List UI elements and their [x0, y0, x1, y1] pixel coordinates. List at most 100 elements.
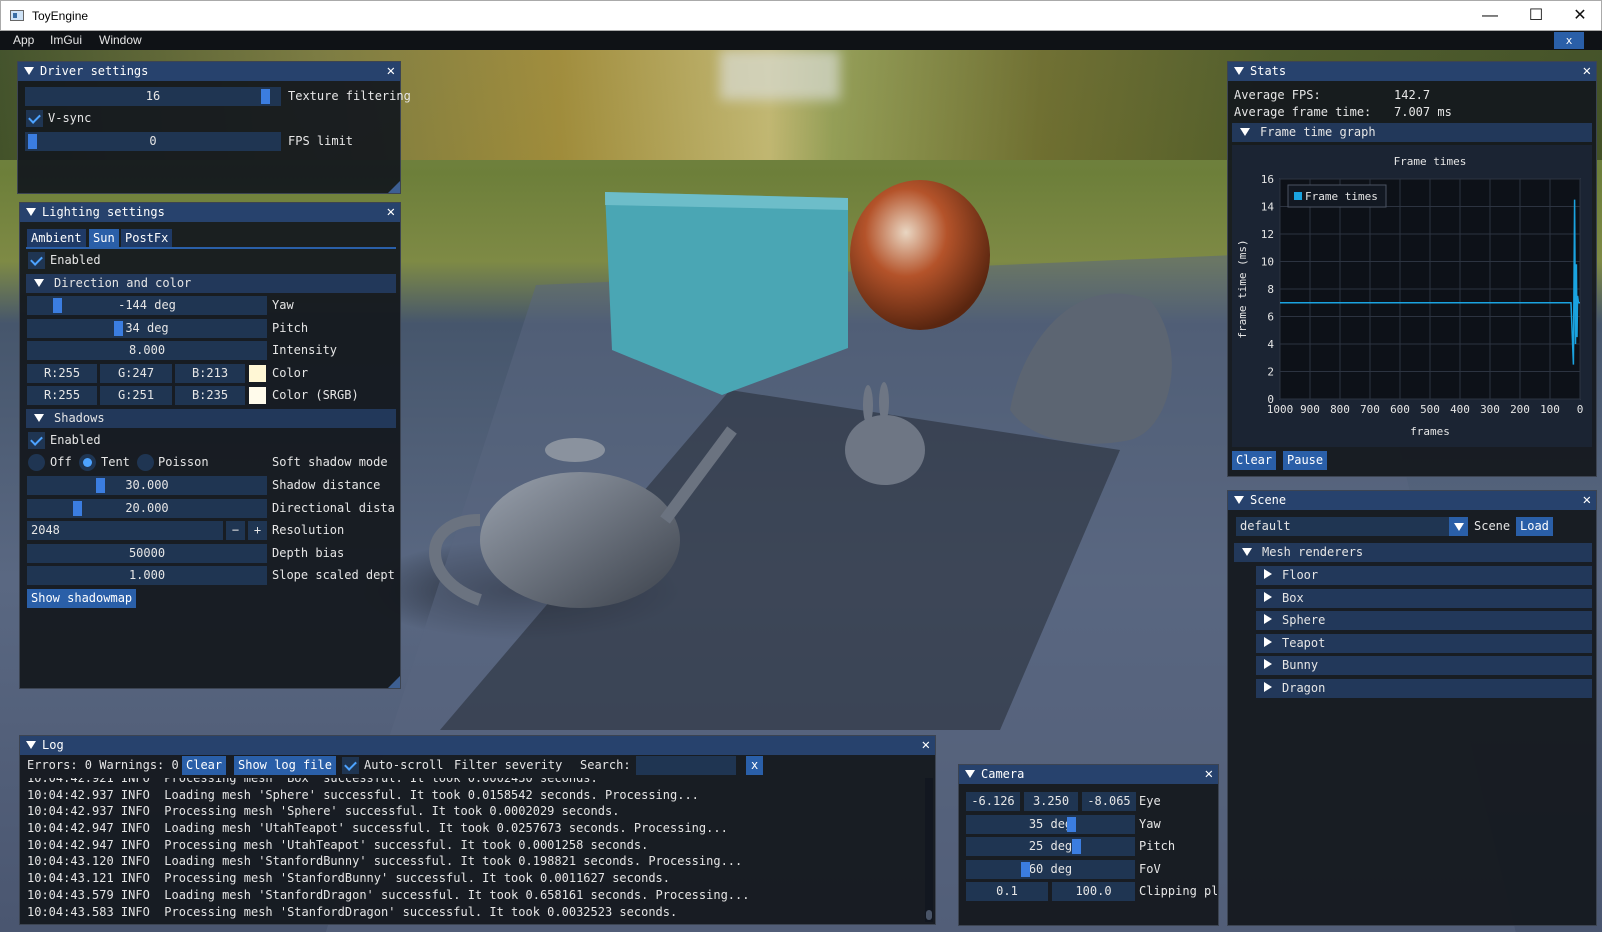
log-scrollbar[interactable] [925, 778, 933, 922]
color-g-input[interactable]: G:247 [100, 364, 172, 383]
clip-near-input[interactable]: 0.1 [966, 882, 1048, 901]
stats-clear-button[interactable]: Clear [1232, 451, 1277, 470]
slider-grab[interactable] [73, 501, 82, 516]
texture-filtering-slider[interactable]: 16 [25, 87, 281, 106]
slope-bias-input[interactable]: 1.000 [27, 566, 267, 585]
close-icon[interactable]: ✕ [922, 736, 930, 755]
eye-z-input[interactable]: -8.065 [1082, 792, 1136, 811]
close-icon[interactable]: ✕ [387, 203, 395, 222]
resize-grip[interactable] [388, 181, 400, 193]
soft-mode-poisson-radio[interactable] [137, 454, 154, 471]
close-window-button[interactable]: ✕ [1557, 1, 1602, 31]
depth-bias-input[interactable]: 50000 [27, 544, 267, 563]
eye-x-input[interactable]: -6.126 [966, 792, 1020, 811]
tab-ambient[interactable]: Ambient [27, 229, 86, 247]
slider-grab[interactable] [1072, 839, 1081, 854]
tab-sun[interactable]: Sun [89, 229, 119, 247]
show-shadowmap-button[interactable]: Show shadowmap [27, 589, 137, 608]
sun-enabled-label: Enabled [50, 253, 101, 267]
log-line: 10:04:43.121 INFO Processing mesh 'Stanf… [27, 871, 670, 886]
mesh-item-sphere[interactable]: Sphere [1256, 611, 1592, 630]
shadow-distance-slider[interactable]: 30.000 [27, 476, 267, 495]
color-srgb-r-input[interactable]: R:255 [27, 386, 97, 405]
camera-yaw-slider[interactable]: 35 deg [966, 815, 1135, 834]
driver-settings-header[interactable]: Driver settings ✕ [18, 62, 400, 81]
menubar-close-button[interactable]: x [1554, 32, 1584, 49]
tab-postfx[interactable]: PostFx [121, 229, 173, 247]
collapse-icon[interactable] [1234, 67, 1244, 75]
color-srgb-g-input[interactable]: G:251 [100, 386, 172, 405]
slider-grab[interactable] [1067, 817, 1076, 832]
mesh-item-box[interactable]: Box [1256, 589, 1592, 608]
fps-limit-slider[interactable]: 0 [25, 132, 281, 151]
mesh-renderers-section[interactable]: Mesh renderers [1234, 543, 1592, 562]
stats-pause-button[interactable]: Pause [1283, 451, 1328, 470]
close-icon[interactable]: ✕ [1583, 62, 1591, 81]
resolution-plus-button[interactable]: + [248, 521, 267, 540]
show-log-file-button[interactable]: Show log file [234, 756, 336, 775]
direction-color-section[interactable]: Direction and color [26, 274, 396, 293]
soft-mode-tent-radio[interactable] [79, 454, 96, 471]
close-icon[interactable]: ✕ [1205, 765, 1213, 784]
slider-grab[interactable] [53, 298, 62, 313]
color-srgb-swatch[interactable] [249, 387, 266, 404]
scene-header[interactable]: Scene ✕ [1228, 491, 1596, 510]
menu-window[interactable]: Window [99, 33, 142, 47]
vsync-checkbox[interactable] [26, 110, 43, 127]
filter-severity-menu[interactable]: Filter severity [454, 756, 562, 775]
color-b-input[interactable]: B:213 [175, 364, 245, 383]
minimize-button[interactable]: — [1467, 1, 1513, 31]
mesh-item-teapot[interactable]: Teapot [1256, 634, 1592, 653]
log-clear-button[interactable]: Clear [182, 756, 227, 775]
log-search-input[interactable] [636, 756, 736, 775]
shadows-enabled-checkbox[interactable] [28, 432, 45, 449]
soft-mode-off-radio[interactable] [28, 454, 45, 471]
color-r-input[interactable]: R:255 [27, 364, 97, 383]
autoscroll-checkbox[interactable] [342, 757, 359, 774]
sun-intensity-input[interactable]: 8.000 [27, 341, 267, 360]
sun-yaw-slider[interactable]: -144 deg [27, 296, 267, 315]
scene-select[interactable]: default [1236, 517, 1468, 536]
resize-grip[interactable] [388, 676, 400, 688]
collapse-icon[interactable] [24, 67, 34, 75]
collapse-icon[interactable] [26, 741, 36, 749]
resolution-input[interactable]: 2048 [27, 521, 223, 540]
menu-imgui[interactable]: ImGui [50, 33, 82, 47]
mesh-item-dragon[interactable]: Dragon [1256, 679, 1592, 698]
shadows-section[interactable]: Shadows [26, 409, 396, 428]
slider-grab[interactable] [114, 321, 123, 336]
camera-header[interactable]: Camera ✕ [959, 765, 1218, 784]
eye-y-input[interactable]: 3.250 [1024, 792, 1078, 811]
collapse-icon[interactable] [965, 770, 975, 778]
scrollbar-thumb[interactable] [926, 910, 932, 920]
scene-select-value: default [1240, 519, 1291, 533]
color-srgb-b-input[interactable]: B:235 [175, 386, 245, 405]
mesh-item-bunny[interactable]: Bunny [1256, 656, 1592, 675]
camera-fov-slider[interactable]: 60 deg [966, 860, 1135, 879]
search-clear-button[interactable]: x [746, 756, 764, 775]
resolution-minus-button[interactable]: − [226, 521, 245, 540]
stats-header[interactable]: Stats ✕ [1228, 62, 1596, 81]
camera-pitch-slider[interactable]: 25 deg [966, 837, 1135, 856]
collapse-icon[interactable] [26, 208, 36, 216]
sun-enabled-checkbox[interactable] [28, 252, 45, 269]
sun-pitch-slider[interactable]: 34 deg [27, 319, 267, 338]
directional-distance-slider[interactable]: 20.000 [27, 499, 267, 518]
close-icon[interactable]: ✕ [387, 62, 395, 81]
slider-grab[interactable] [28, 134, 37, 149]
color-swatch[interactable] [249, 365, 266, 382]
log-header[interactable]: Log ✕ [20, 736, 935, 755]
frame-time-graph-section[interactable]: Frame time graph [1232, 123, 1592, 142]
scene-load-button[interactable]: Load [1516, 517, 1553, 536]
collapse-icon[interactable] [1234, 496, 1244, 504]
menu-app[interactable]: App [13, 33, 34, 47]
slider-grab[interactable] [96, 478, 105, 493]
clip-far-input[interactable]: 100.0 [1052, 882, 1135, 901]
mesh-item-floor[interactable]: Floor [1256, 566, 1592, 585]
slider-grab[interactable] [261, 89, 270, 104]
chevron-down-icon[interactable] [1449, 517, 1468, 536]
close-icon[interactable]: ✕ [1583, 491, 1591, 510]
maximize-button[interactable]: ☐ [1513, 1, 1559, 31]
lighting-settings-header[interactable]: Lighting settings ✕ [20, 203, 400, 222]
slider-grab[interactable] [1021, 862, 1030, 877]
